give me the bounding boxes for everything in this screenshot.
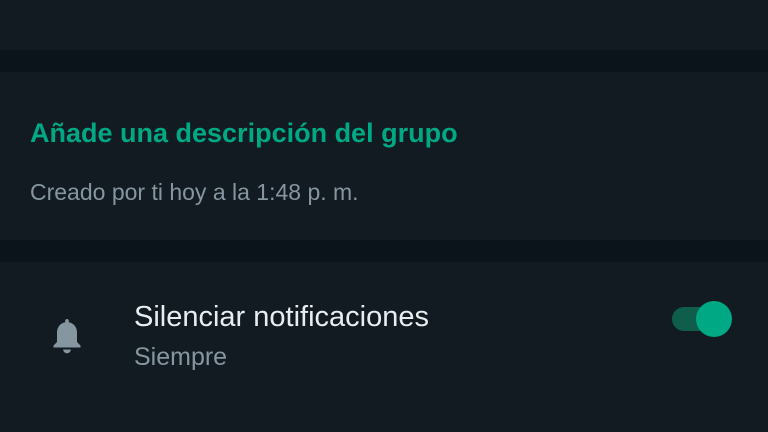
group-info-screen: Añade una descripción del grupo Creado p…: [0, 0, 768, 432]
section-divider: [0, 50, 768, 72]
mute-duration-subtitle: Siempre: [134, 343, 228, 371]
top-section: [0, 0, 768, 50]
created-by-text: Creado por ti hoy a la 1:48 p. m.: [30, 179, 359, 205]
description-section: [0, 72, 768, 240]
toggle-knob: [696, 301, 732, 337]
mute-notifications-row[interactable]: Silenciar notificaciones Siempre: [0, 280, 768, 390]
bell-icon: [50, 316, 84, 356]
mute-notifications-title: Silenciar notificaciones: [134, 301, 429, 333]
add-group-description-link[interactable]: Añade una descripción del grupo: [30, 116, 458, 150]
section-divider: [0, 240, 768, 262]
mute-toggle-switch[interactable]: [672, 300, 734, 338]
